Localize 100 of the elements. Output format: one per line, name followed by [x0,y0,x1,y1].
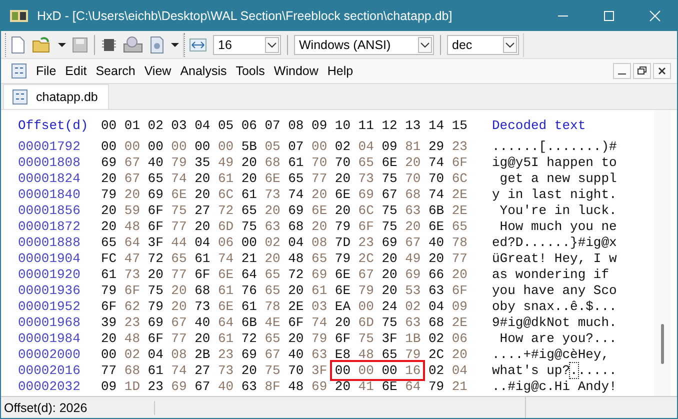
byte-cell: 23 [124,314,140,330]
byte-cell: EA [334,298,350,314]
byte-cell: 06 [218,234,233,250]
byte-cell: 6F [148,202,163,218]
byte-cell: 02 [428,362,444,378]
charset-dropdown[interactable]: Windows (ANSI) [294,34,434,54]
caret-icon[interactable] [171,40,179,48]
column-header: 10 [334,118,350,132]
column-header: 08 [288,118,304,132]
byte-cell: 00 [194,138,210,154]
byte-cell: 02 [124,346,140,362]
byte-cell: 6C [218,186,233,202]
byte-cell: 77 [452,250,467,266]
bytes-per-row-dropdown[interactable]: 16 [213,34,281,54]
byte-cell: 69 [148,186,163,202]
byte-cell: 2E [452,314,467,330]
byte-cell: 35 [194,154,210,170]
byte-cell: 72 [218,202,233,218]
byte-cell: 20 [148,266,163,282]
byte-cell: 20 [405,218,420,234]
byte-cell: 6F [101,298,116,314]
byte-cell: 66 [428,266,444,282]
byte-cell: 48 [358,346,374,362]
chevron-down-icon[interactable] [505,42,515,48]
byte-cell: 67 [171,314,186,330]
chevron-down-icon[interactable] [420,42,430,48]
decoded-text: ..... [578,362,617,378]
minimize-icon[interactable] [613,63,631,79]
byte-cell: E8 [334,346,350,362]
byte-cell: 63 [405,314,420,330]
byte-cell: 6F [358,218,374,234]
byte-cell: 20 [101,202,116,218]
byte-cell: 65 [148,170,163,186]
decoded-text: what's up? [492,362,570,378]
offset-base-dropdown[interactable]: dec [447,34,519,54]
byte-cell: 6C [452,170,467,186]
menu-item[interactable]: Tools [236,64,265,78]
byte-cell: 74 [428,154,444,170]
byte-cell: 75 [382,218,397,234]
byte-cell: 70 [288,362,304,378]
byte-cell: 00 [358,362,374,378]
caret-icon[interactable] [58,40,66,48]
byte-cell: 65 [312,250,327,266]
app-icon [9,8,29,24]
byte-cell: 6E [218,266,233,282]
byte-cell: 67 [194,378,210,394]
close-icon[interactable] [653,63,671,79]
menu-item[interactable]: Edit [65,64,87,78]
byte-cell: 79 [171,154,186,170]
menu-item[interactable]: Analysis [180,64,227,78]
byte-cell: 72 [288,266,304,282]
disk-drive-icon[interactable] [123,36,143,54]
decoded-text: you have any Sco [492,282,617,298]
decoded-text: get a new suppl [498,170,617,186]
column-width-icon[interactable] [189,36,207,52]
byte-cell: 75 [382,314,397,330]
byte-cell: 69 [288,202,304,218]
byte-cell: 6F [124,282,140,298]
byte-cell: 04 [194,234,210,250]
byte-cell: 81 [405,138,420,154]
chip-icon[interactable] [101,36,117,52]
byte-cell: 73 [358,170,374,186]
menu-item[interactable]: File [36,64,56,78]
byte-cell: 40 [288,346,304,362]
new-file-icon[interactable] [10,36,26,54]
byte-cell: 20 [241,362,256,378]
chevron-down-icon[interactable] [267,42,277,48]
byte-cell: 20 [312,218,327,234]
byte-cell: 65 [171,250,186,266]
byte-cell: 6F [194,266,210,282]
byte-cell: 05 [264,138,280,154]
byte-cell: 70 [428,170,444,186]
byte-cell: 6E [334,266,350,282]
byte-cell: 61 [101,266,116,282]
menu-item[interactable]: Help [327,64,354,78]
menu-item[interactable]: Window [274,64,318,78]
scrollbar-thumb[interactable] [661,324,664,364]
menu-item[interactable]: View [144,64,172,78]
byte-cell: 23 [218,346,233,362]
byte-cell: 65 [264,282,280,298]
open-folder-icon[interactable] [32,36,52,54]
column-header: 09 [312,118,327,132]
byte-cell: 00 [334,362,350,378]
byte-cell: 67 [124,170,140,186]
document-icon[interactable] [149,36,165,54]
byte-cell: 79 [312,330,327,346]
byte-cell: 6E [218,298,233,314]
restore-icon[interactable] [633,63,651,79]
byte-cell: 77 [312,170,327,186]
maximize-icon[interactable] [603,10,615,22]
offset-cell-text: 00001824 [18,170,82,186]
scrollbar[interactable] [654,110,671,396]
byte-cell: 39 [101,314,116,330]
decoded-text: How much you ne [498,218,617,234]
byte-cell: 2C [358,250,374,266]
byte-cell: 41 [358,378,374,394]
byte-cell: 00 [312,138,327,154]
menu-item[interactable]: Search [96,64,136,78]
byte-cell: 23 [148,378,163,394]
file-tab[interactable]: chatapp.db [3,84,109,109]
